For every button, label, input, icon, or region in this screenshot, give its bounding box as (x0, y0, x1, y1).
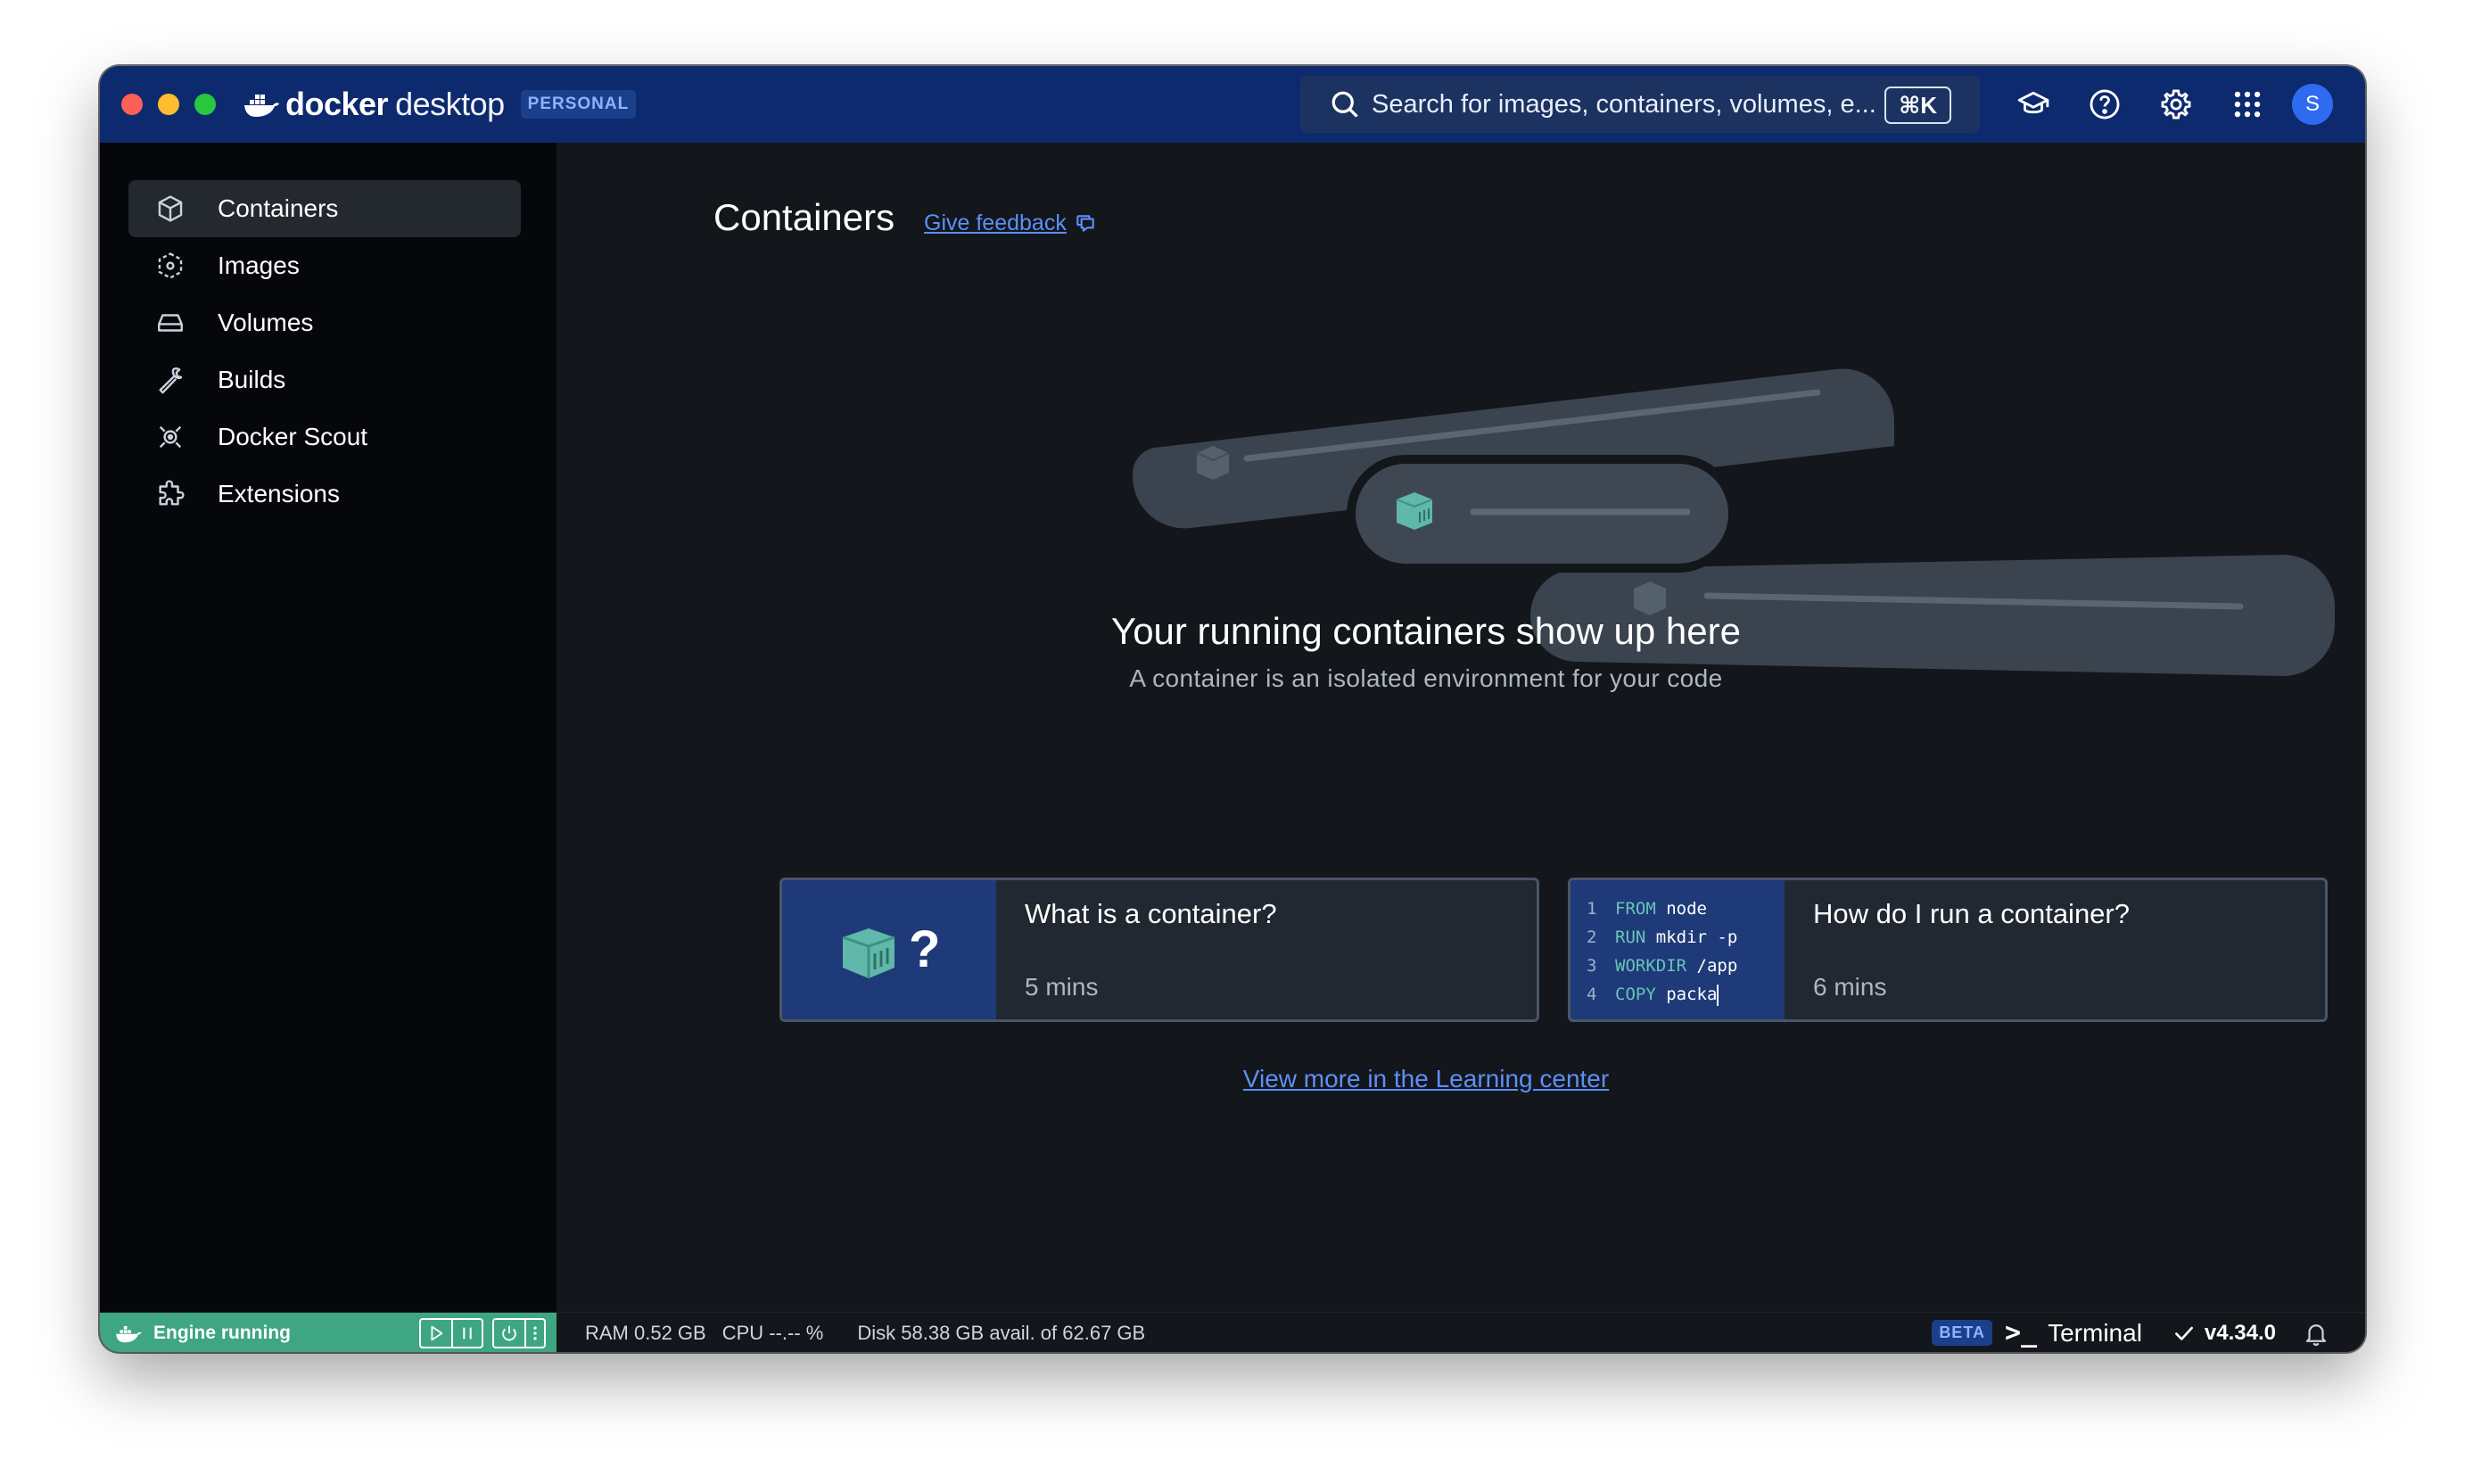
beta-badge: BETA (1932, 1320, 1992, 1346)
play-icon (431, 1325, 443, 1341)
container-cube-icon (1196, 446, 1230, 480)
container-cube-teal-icon (1396, 492, 1433, 530)
engine-status-text: Engine running (153, 1322, 291, 1343)
cpu-usage: CPU --.-- % (721, 1321, 824, 1344)
main-content: Containers Give feedback Your running co… (556, 143, 2365, 1312)
container-cube-teal-icon (842, 928, 895, 978)
card-duration: 6 mins (1813, 973, 1887, 1001)
sidebar-item-label: Extensions (218, 480, 340, 507)
terminal-icon[interactable]: >_ (2005, 1317, 2037, 1348)
sidebar-item-volumes[interactable]: Volumes (128, 294, 521, 351)
brand-name-docker: docker (285, 86, 389, 122)
sidebar-item-label: Builds (218, 366, 286, 393)
engine-controls (419, 1318, 546, 1348)
empty-state-subtitle: A container is an isolated environment f… (1129, 664, 1723, 692)
apps-grid-icon (2234, 91, 2261, 118)
question-mark-icon: ? (909, 920, 941, 978)
learning-center-icon (2017, 91, 2049, 114)
minimize-window-button[interactable] (158, 94, 179, 115)
card-thumbnail: ? (782, 880, 996, 1019)
engine-pause-button[interactable] (451, 1320, 482, 1347)
engine-start-button[interactable] (421, 1320, 451, 1347)
search-icon (1331, 91, 1358, 118)
notifications-bell-icon[interactable] (2303, 1320, 2329, 1347)
learning-center-button[interactable] (1998, 66, 2069, 143)
status-footer: Engine running RAM 0.52 GB CPU --.-- % D… (100, 1312, 2365, 1352)
user-avatar[interactable]: S (2292, 84, 2333, 125)
extensions-icon (159, 480, 185, 506)
title-bar: docker desktop PERSONAL Search for image… (100, 66, 2365, 143)
engine-run-controls (419, 1318, 483, 1348)
card-duration: 5 mins (1025, 973, 1099, 1001)
card-thumbnail: 1 FROM node 2 RUN mkdir -p 3 WORKDIR /app 4… (1571, 880, 1785, 1019)
ram-usage: RAM 0.52 GB (585, 1321, 706, 1344)
apps-grid-button[interactable] (2212, 66, 2283, 143)
more-vertical-icon (533, 1326, 537, 1340)
docker-whale-icon (244, 95, 279, 117)
sidebar-item-extensions[interactable]: Extensions (128, 466, 521, 523)
docker-desktop-logo: docker desktop PERSONAL (243, 86, 637, 123)
plan-badge: PERSONAL (520, 90, 637, 119)
search-placeholder: Search for images, containers, volumes, … (1372, 89, 1876, 119)
code-line: 4 COPY packa (1587, 984, 1719, 1006)
pause-icon (463, 1327, 472, 1340)
code-snippet: 1 FROM node 2 RUN mkdir -p 3 WORKDIR /app 4… (1587, 895, 1737, 1009)
engine-more-button[interactable] (524, 1320, 544, 1347)
code-line: 1 FROM node (1587, 899, 1707, 919)
learning-center-link: View more in the Learning center (556, 1065, 2296, 1093)
images-icon (158, 252, 183, 279)
learning-card-run-container[interactable]: 1 FROM node 2 RUN mkdir -p 3 WORKDIR /app 4… (1568, 878, 2328, 1022)
window-controls (121, 94, 216, 115)
sidebar-nav: Containers Images Volumes Builds Docker … (128, 180, 521, 523)
help-icon (2090, 89, 2120, 120)
zoom-window-button[interactable] (194, 94, 216, 115)
sidebar-item-docker-scout[interactable]: Docker Scout (128, 408, 521, 466)
settings-button[interactable] (2140, 66, 2212, 143)
power-icon (502, 1325, 516, 1341)
resource-stats: RAM 0.52 GB CPU --.-- % Disk 58.38 GB av… (585, 1313, 1161, 1352)
check-icon (2174, 1326, 2193, 1340)
code-line: 2 RUN mkdir -p (1587, 928, 1738, 947)
builds-icon (159, 367, 183, 394)
learning-card-what-is-container[interactable]: ? What is a container? 5 mins (779, 878, 1539, 1022)
terminal-button[interactable]: Terminal (2048, 1319, 2142, 1348)
sidebar-item-containers[interactable]: Containers (128, 180, 521, 237)
container-icon (158, 195, 183, 222)
docker-whale-icon (116, 1325, 142, 1342)
footer-right: BETA >_ Terminal v4.34.0 (1932, 1313, 2329, 1352)
version-label[interactable]: v4.34.0 (2205, 1321, 2276, 1346)
global-search-bar[interactable]: Search for images, containers, volumes, … (1300, 76, 1980, 133)
search-shortcut-badge: ⌘K (1884, 87, 1951, 124)
sidebar-item-label: Containers (218, 194, 339, 222)
sidebar-item-label: Images (218, 251, 300, 279)
scout-icon (159, 425, 182, 449)
help-button[interactable] (2069, 66, 2140, 143)
sidebar-item-label: Docker Scout (218, 423, 368, 450)
sidebar: Containers Images Volumes Builds Docker … (100, 143, 556, 1312)
settings-icon (2161, 89, 2191, 120)
header-actions (1998, 66, 2283, 143)
engine-power-controls (492, 1318, 546, 1348)
card-title: What is a container? (1025, 898, 1277, 929)
illustration-pill-front (1347, 455, 1737, 573)
engine-power-button[interactable] (494, 1320, 524, 1347)
sidebar-item-builds[interactable]: Builds (128, 351, 521, 408)
volumes-icon (158, 314, 183, 332)
code-line: 3 WORKDIR /app (1587, 956, 1738, 976)
close-window-button[interactable] (121, 94, 143, 115)
disk-usage: Disk 58.38 GB avail. of 62.67 GB (857, 1321, 1146, 1344)
empty-state-title: Your running containers show up here (1111, 610, 1741, 652)
sidebar-item-images[interactable]: Images (128, 237, 521, 294)
docker-desktop-window: docker desktop PERSONAL Search for image… (100, 66, 2365, 1352)
learning-center-link-text[interactable]: View more in the Learning center (1243, 1065, 1609, 1092)
brand-name-desktop: desktop (395, 86, 505, 122)
engine-status-bar[interactable]: Engine running (100, 1313, 556, 1352)
card-title: How do I run a container? (1813, 898, 2130, 929)
text-cursor (1717, 984, 1719, 1006)
sidebar-item-label: Volumes (218, 309, 314, 336)
